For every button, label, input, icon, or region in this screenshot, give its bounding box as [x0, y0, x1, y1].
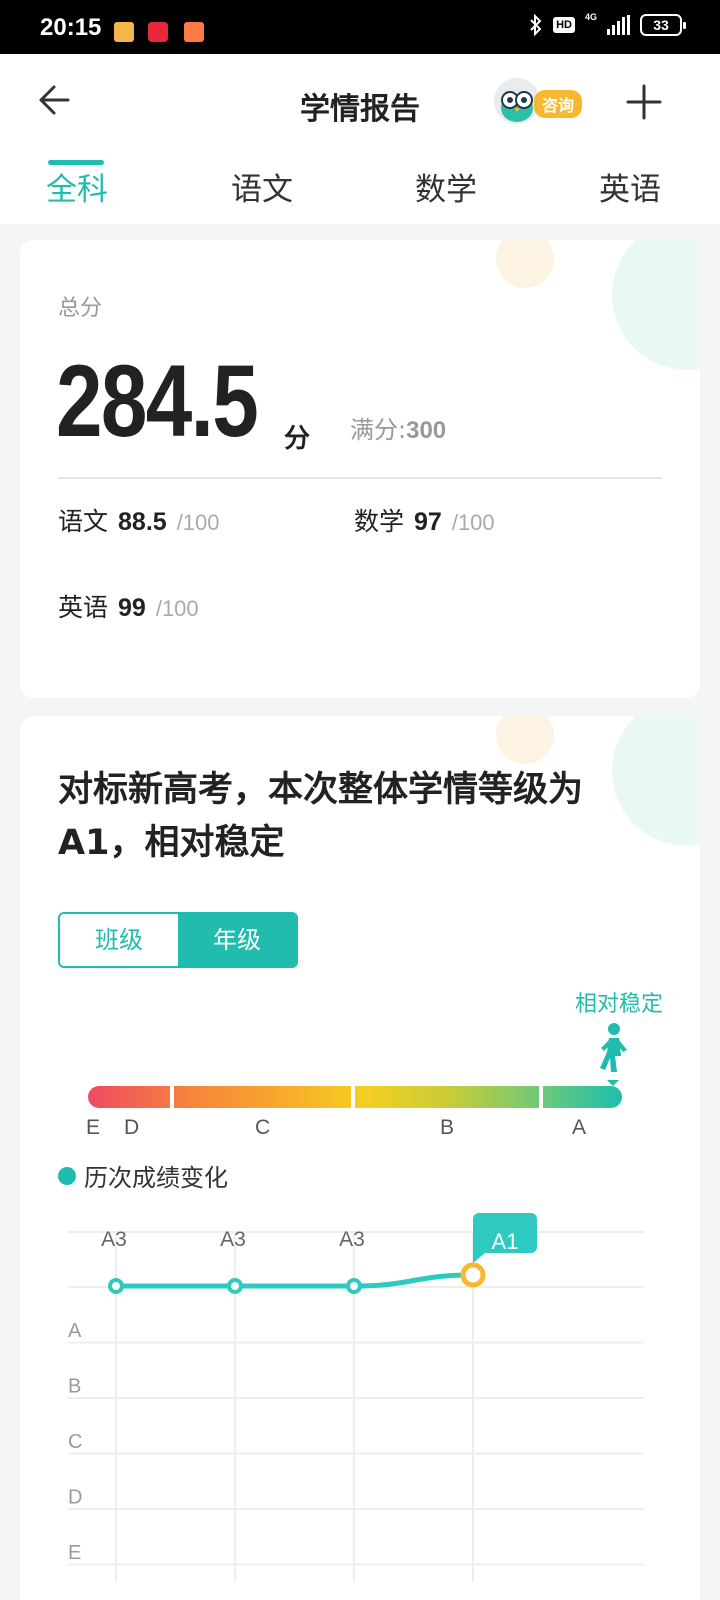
subject-score-math: 数学 97/100: [354, 502, 495, 538]
y-axis-label: B: [68, 1376, 81, 1398]
score-card: 总分 284.5 分 满分:300 语文 88.5/100 数学 97/100 英语…: [20, 240, 700, 698]
subject-score-english: 英语 99/100: [58, 588, 199, 624]
decoration: [496, 716, 554, 764]
plus-icon[interactable]: [624, 82, 664, 122]
active-tab-indicator: [48, 160, 104, 165]
subject-name: 数学: [354, 507, 405, 536]
data-label: A3: [339, 1228, 365, 1251]
status-time: 20:15: [40, 14, 102, 41]
total-score-label: 总分: [58, 296, 103, 321]
subject-max: /100: [155, 596, 199, 621]
subject-value: 88.5: [118, 508, 167, 536]
grade-label-d: D: [124, 1116, 140, 1139]
data-point: [108, 1278, 124, 1294]
series-line: [113, 1272, 476, 1289]
bar-divider: [351, 1086, 355, 1108]
subject-name: 英语: [58, 593, 109, 622]
level-card: 对标新高考，本次整体学情等级为A1，相对稳定 班级 年级 相对稳定 E D C …: [20, 716, 700, 1600]
subject-max: /100: [176, 510, 220, 535]
hd-badge: HD: [553, 17, 575, 33]
tab-english[interactable]: 英语: [599, 164, 661, 209]
subject-name: 语文: [58, 507, 109, 536]
signal-icon: [607, 15, 630, 35]
status-bar: 20:15 HD 4G 33: [0, 0, 720, 54]
data-point: [346, 1278, 362, 1294]
data-label: A1: [492, 1229, 519, 1254]
page-title: 学情报告: [300, 92, 420, 127]
tab-all[interactable]: 全科: [46, 164, 108, 209]
y-axis-label: A: [68, 1320, 82, 1342]
battery-icon: 33: [640, 14, 686, 36]
legend-dot: [58, 1166, 76, 1185]
subject-value: 99: [118, 594, 146, 622]
legend-label: 历次成绩变化: [84, 1164, 228, 1192]
netease-music-icon: [148, 22, 168, 42]
shopping-bag-icon: [184, 22, 204, 42]
subject-tabs: 全科 语文 数学 英语: [0, 164, 720, 224]
y-axis-label: C: [68, 1431, 82, 1453]
grade-label-c: C: [255, 1116, 271, 1139]
grade-label-e: E: [86, 1116, 101, 1139]
consult-label: 咨询: [534, 90, 583, 118]
stability-tag: 相对稳定: [575, 992, 664, 1017]
bar-divider: [539, 1086, 543, 1108]
class-toggle-button[interactable]: 班级: [60, 914, 178, 966]
message-notification-icon: [114, 22, 134, 42]
divider: [58, 477, 662, 479]
y-axis-label: E: [68, 1542, 81, 1564]
grade-toggle-button[interactable]: 年级: [178, 914, 296, 966]
data-label: A3: [101, 1228, 127, 1251]
decoration: [612, 240, 700, 370]
decoration: [496, 240, 554, 288]
total-score-value: 284.5: [56, 344, 259, 458]
grade-label-a: A: [572, 1116, 587, 1139]
total-score-unit: 分: [284, 424, 311, 454]
scope-toggle: 班级 年级: [58, 912, 298, 968]
level-gradient-bar: [88, 1086, 622, 1108]
bluetooth-icon: [530, 14, 542, 36]
chart-legend: 历次成绩变化: [58, 1158, 228, 1193]
network-type: 4G: [584, 12, 597, 22]
subject-value: 97: [414, 508, 442, 536]
app-header: 学情报告 咨询 全科 语文 数学 英语: [0, 54, 720, 224]
grade-label-b: B: [440, 1116, 455, 1139]
bar-divider: [170, 1086, 174, 1108]
y-axis-label: D: [68, 1487, 82, 1509]
data-point: [227, 1278, 243, 1294]
tab-math[interactable]: 数学: [415, 164, 477, 209]
full-score: 满分:300: [350, 410, 446, 445]
data-point: [460, 1262, 486, 1288]
data-label: A3: [220, 1228, 246, 1251]
consult-button[interactable]: 咨询: [494, 78, 590, 126]
subject-max: /100: [451, 510, 495, 535]
level-headline: 对标新高考，本次整体学情等级为A1，相对稳定: [58, 770, 584, 863]
subject-score-chinese: 语文 88.5/100: [58, 502, 220, 538]
full-score-label: 满分:: [350, 416, 407, 444]
history-line-chart: A B C D E A3 A3 A3 A1: [68, 1213, 644, 1582]
full-score-value: 300: [406, 417, 447, 444]
walking-person-icon: [600, 1023, 627, 1086]
tab-chinese[interactable]: 语文: [231, 164, 293, 209]
